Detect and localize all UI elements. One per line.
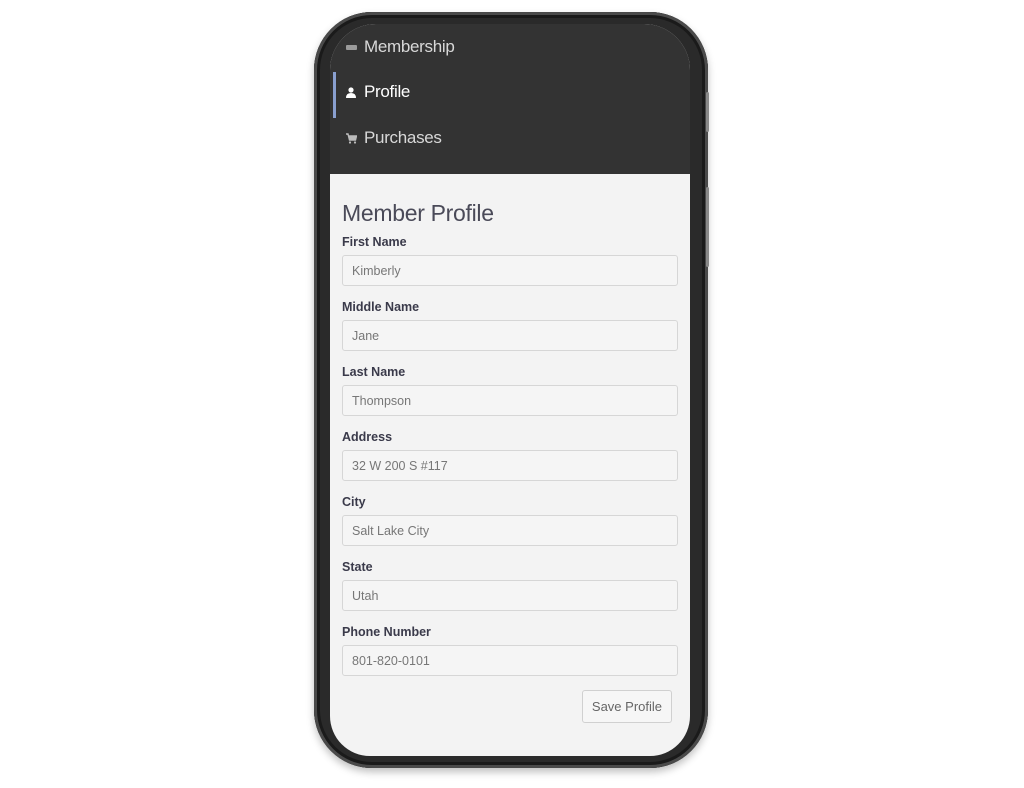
phone-screen: Membership Profile Purchases Member Prof…	[330, 24, 690, 756]
middle-name-input[interactable]	[342, 320, 678, 351]
cart-icon	[344, 132, 358, 144]
middle-name-label: Middle Name	[342, 300, 420, 314]
last-name-label: Last Name	[342, 365, 406, 379]
form-actions: Save Profile	[342, 690, 678, 723]
active-indicator	[333, 72, 336, 118]
profile-form: Member Profile First Name Middle Name La…	[330, 174, 690, 723]
last-name-input[interactable]	[342, 385, 678, 416]
page-title: Member Profile	[342, 200, 494, 226]
first-name-field: First Name	[342, 235, 678, 286]
membership-card-icon	[344, 44, 358, 50]
nav-item-membership[interactable]: Membership	[344, 37, 455, 57]
phone-number-input[interactable]	[342, 645, 678, 676]
state-input[interactable]	[342, 580, 678, 611]
nav-menu: Membership Profile Purchases	[330, 24, 690, 174]
last-name-field: Last Name	[342, 365, 678, 416]
address-field: Address	[342, 430, 678, 481]
state-label: State	[342, 560, 373, 574]
city-label: City	[342, 495, 366, 509]
phone-number-field: Phone Number	[342, 625, 678, 676]
phone-number-label: Phone Number	[342, 625, 431, 639]
state-field: State	[342, 560, 678, 611]
city-field: City	[342, 495, 678, 546]
middle-name-field: Middle Name	[342, 300, 678, 351]
save-profile-button[interactable]: Save Profile	[581, 690, 672, 723]
nav-item-purchases[interactable]: Purchases	[344, 128, 442, 148]
power-button	[706, 92, 709, 132]
first-name-input[interactable]	[342, 255, 678, 286]
nav-item-label: Membership	[364, 37, 455, 56]
user-icon	[344, 86, 358, 98]
first-name-label: First Name	[342, 235, 407, 249]
nav-item-label: Profile	[364, 82, 411, 101]
nav-item-label: Purchases	[364, 128, 442, 147]
phone-frame: Membership Profile Purchases Member Prof…	[314, 12, 709, 768]
city-input[interactable]	[342, 515, 678, 546]
address-label: Address	[342, 430, 393, 444]
nav-item-profile[interactable]: Profile	[344, 82, 410, 102]
address-input[interactable]	[342, 450, 678, 481]
volume-button	[706, 187, 709, 267]
